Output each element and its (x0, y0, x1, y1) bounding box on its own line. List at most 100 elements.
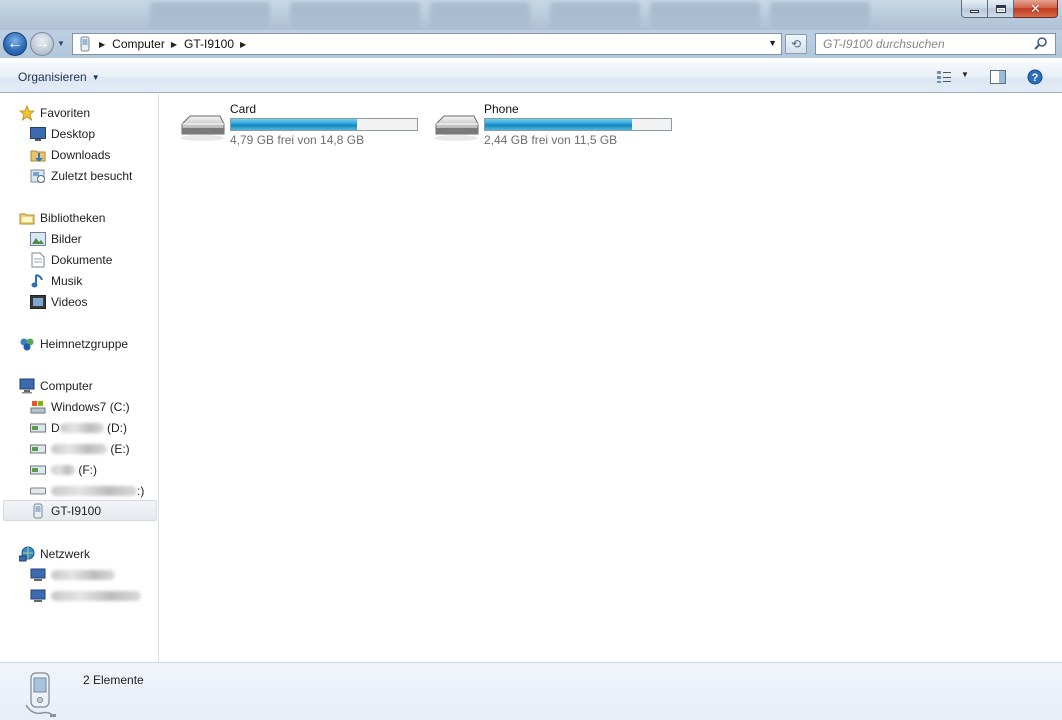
sidebar-item-desktop[interactable]: Desktop (30, 123, 95, 144)
sidebar-group-label: Computer (40, 378, 93, 393)
breadcrumb-separator-icon[interactable]: ▶ (99, 40, 105, 49)
drive-name: Card (230, 102, 257, 116)
drive-usage-fill (231, 119, 357, 130)
item-count: 2 Elemente (83, 673, 144, 687)
recent-pages-dropdown[interactable]: ▼ (57, 39, 65, 48)
sidebar-item-documents[interactable]: Dokumente (30, 249, 112, 270)
help-icon: ? (1027, 69, 1043, 85)
pictures-icon (30, 231, 46, 247)
forward-button[interactable]: → (30, 32, 54, 56)
sidebar-item-drive-c[interactable]: Windows7 (C:) (30, 396, 130, 417)
drive-name: Phone (484, 102, 519, 116)
sidebar-item-label: Windows7 (C:) (51, 399, 130, 414)
chevron-down-icon: ▼ (91, 72, 100, 82)
maximize-button[interactable] (988, 0, 1014, 18)
sidebar-item-label: Downloads (51, 147, 111, 162)
view-options-chevron-icon[interactable]: ▼ (961, 70, 969, 79)
sidebar-group-computer[interactable]: Computer (19, 375, 93, 396)
sidebar-item-pictures[interactable]: Bilder (30, 228, 82, 249)
documents-icon (30, 252, 46, 268)
preview-pane-button[interactable] (989, 69, 1007, 85)
help-button[interactable]: ? (1026, 69, 1044, 85)
sidebar-item-drive-f[interactable]: (F:) (30, 459, 97, 480)
network-computer-icon (30, 567, 46, 583)
sidebar-group-libraries[interactable]: Bibliotheken (19, 207, 105, 228)
sidebar-item-network-computer[interactable] (30, 585, 141, 606)
sidebar-item-recent-places[interactable]: Zuletzt besucht (30, 165, 132, 186)
sidebar-item-label: D (51, 420, 60, 435)
sidebar-item-label: (E:) (110, 441, 130, 456)
sidebar-item-videos[interactable]: Videos (30, 291, 87, 312)
network-drive-icon (30, 420, 46, 436)
navigation-pane: Favoriten Desktop Downloads Zuletzt besu… (0, 94, 159, 662)
sidebar-group-label: Favoriten (40, 105, 91, 120)
sidebar-group-network[interactable]: Netzwerk (19, 543, 90, 564)
redacted-text (51, 569, 115, 580)
search-icon[interactable] (1033, 36, 1049, 52)
sidebar-item-label: Videos (51, 294, 88, 309)
breadcrumb-gt-i9100[interactable]: GT-I9100 (184, 37, 234, 51)
redacted-text (59, 422, 104, 433)
libraries-icon (19, 210, 35, 226)
organize-button[interactable]: Organisieren ▼ (12, 68, 106, 86)
sidebar-item-gt-i9100[interactable]: GT-I9100 (3, 500, 157, 521)
drive-free-space: 4,79 GB frei von 14,8 GB (230, 133, 365, 147)
removable-drive-icon (30, 483, 46, 499)
drive-usage-bar (230, 118, 418, 131)
search-box[interactable]: GT-I9100 durchsuchen (815, 33, 1056, 55)
close-icon: ✕ (1030, 1, 1041, 16)
network-drive-icon (30, 462, 46, 478)
sidebar-group-homegroup[interactable]: Heimnetzgruppe (19, 333, 128, 354)
sidebar-item-label: (D:) (107, 420, 128, 435)
background-blur (430, 2, 530, 28)
details-pane: 2 Elemente (0, 662, 1062, 720)
network-icon (19, 546, 35, 562)
file-list: Card 4,79 GB frei von 14,8 GB Phone 2,44… (160, 94, 1062, 662)
redacted-text (51, 485, 137, 496)
drive-free-space: 2,44 GB frei von 11,5 GB (484, 133, 618, 147)
sidebar-group-favorites[interactable]: Favoriten (19, 102, 90, 123)
drive-usage-bar (484, 118, 672, 131)
refresh-icon: ⟲ (790, 37, 802, 51)
sidebar-item-label: Bilder (51, 231, 82, 246)
drive-icon (434, 115, 479, 141)
sidebar-item-downloads[interactable]: Downloads (30, 144, 110, 165)
drive-usage-fill (485, 119, 632, 130)
view-list-icon (937, 71, 951, 83)
forward-arrow-icon: → (34, 35, 50, 52)
sidebar-item-network-computer[interactable] (30, 564, 115, 585)
address-bar[interactable]: ▶ Computer ▶ GT-I9100 ▶ ▼ (72, 33, 782, 55)
drive-item-card[interactable]: Card 4,79 GB frei von 14,8 GB (176, 94, 426, 147)
breadcrumb-separator-icon[interactable]: ▶ (240, 40, 246, 49)
sidebar-item-label: GT-I9100 (51, 503, 102, 518)
minimize-button[interactable] (961, 0, 988, 18)
breadcrumb-computer[interactable]: Computer (112, 37, 165, 51)
downloads-folder-icon (30, 147, 46, 163)
preview-pane-icon (990, 70, 1006, 84)
network-computer-icon (30, 588, 46, 604)
redacted-text (51, 464, 75, 475)
redacted-text (51, 443, 107, 454)
sidebar-group-label: Bibliotheken (40, 210, 106, 225)
sidebar-item-drive-e[interactable]: (E:) (30, 438, 130, 459)
close-button[interactable]: ✕ (1014, 0, 1058, 18)
refresh-button[interactable]: ⟲ (785, 34, 807, 54)
back-arrow-icon: ← (7, 35, 23, 52)
address-history-dropdown[interactable]: ▼ (768, 38, 777, 48)
phone-icon (30, 503, 46, 519)
background-blur (770, 2, 870, 28)
sidebar-item-removable-drive[interactable]: :) (30, 480, 144, 501)
breadcrumb-separator-icon[interactable]: ▶ (171, 40, 177, 49)
command-bar: Organisieren ▼ ▼ ? (0, 62, 1062, 93)
sidebar-item-label: (F:) (78, 462, 97, 477)
search-input[interactable]: GT-I9100 durchsuchen (823, 37, 1033, 51)
drive-item-phone[interactable]: Phone 2,44 GB frei von 11,5 GB (430, 94, 680, 147)
videos-icon (30, 294, 46, 310)
music-icon (30, 273, 46, 289)
change-view-button[interactable] (935, 69, 953, 85)
sidebar-item-drive-d[interactable]: D (D:) (30, 417, 127, 438)
sidebar-item-label: Zuletzt besucht (51, 168, 133, 183)
background-blur (150, 2, 270, 28)
back-button[interactable]: ← (3, 32, 27, 56)
sidebar-item-music[interactable]: Musik (30, 270, 82, 291)
